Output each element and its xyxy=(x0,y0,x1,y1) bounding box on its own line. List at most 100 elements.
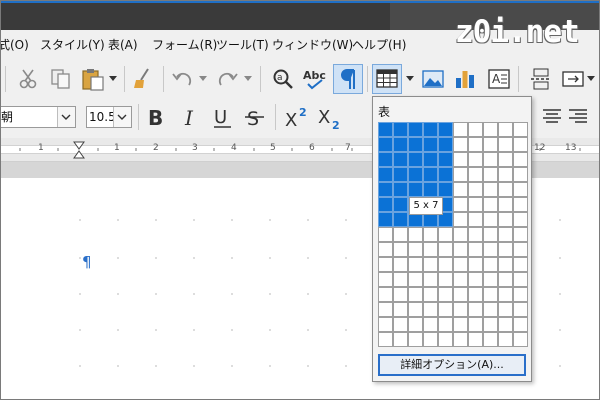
table-grid-cell[interactable] xyxy=(453,197,468,212)
insert-chart-icon[interactable] xyxy=(452,66,478,92)
menu-table[interactable]: 表(A) xyxy=(108,38,138,52)
insert-image-icon[interactable] xyxy=(420,66,446,92)
table-grid-cell[interactable] xyxy=(483,122,498,137)
table-grid-cell[interactable] xyxy=(423,302,438,317)
table-grid-cell[interactable] xyxy=(438,317,453,332)
table-grid-cell[interactable] xyxy=(438,242,453,257)
table-grid-cell[interactable] xyxy=(468,197,483,212)
table-grid-cell-selected[interactable] xyxy=(378,167,393,182)
clone-formatting-icon[interactable] xyxy=(130,66,156,92)
table-grid-cell[interactable] xyxy=(378,257,393,272)
table-grid-cell[interactable] xyxy=(483,227,498,242)
table-grid-cell[interactable] xyxy=(498,272,513,287)
table-grid-cell[interactable] xyxy=(408,287,423,302)
table-grid-cell[interactable] xyxy=(378,242,393,257)
more-options-button[interactable]: 詳細オプション(A)... xyxy=(378,354,526,376)
insert-textbox-icon[interactable]: A xyxy=(486,66,512,92)
menu-format[interactable]: 式(O) xyxy=(0,38,29,52)
table-grid-cell[interactable] xyxy=(423,257,438,272)
table-grid-cell-selected[interactable] xyxy=(438,152,453,167)
table-grid-cell[interactable] xyxy=(453,242,468,257)
table-grid-cell[interactable] xyxy=(423,227,438,242)
table-grid-cell[interactable] xyxy=(408,302,423,317)
font-size-dropdown[interactable] xyxy=(113,107,131,127)
table-grid-cell[interactable] xyxy=(513,197,528,212)
table-grid-cell[interactable] xyxy=(393,287,408,302)
table-grid-cell[interactable] xyxy=(378,302,393,317)
table-grid-cell[interactable] xyxy=(498,152,513,167)
table-grid-cell[interactable] xyxy=(378,317,393,332)
subscript-icon[interactable]: X 2 xyxy=(316,104,344,130)
table-grid-cell[interactable] xyxy=(408,257,423,272)
table-grid-cell[interactable] xyxy=(468,287,483,302)
table-grid-cell[interactable] xyxy=(498,227,513,242)
font-name-dropdown[interactable] xyxy=(57,107,75,127)
table-grid-cell[interactable] xyxy=(468,137,483,152)
table-grid-cell[interactable] xyxy=(468,167,483,182)
table-grid-cell[interactable] xyxy=(393,272,408,287)
table-grid-cell[interactable] xyxy=(393,317,408,332)
table-grid-cell-selected[interactable] xyxy=(393,212,408,227)
menu-help[interactable]: ヘルプ(H) xyxy=(352,38,406,52)
table-grid-cell[interactable] xyxy=(453,302,468,317)
table-grid-cell-selected[interactable] xyxy=(393,122,408,137)
font-size-box[interactable]: 10.5 xyxy=(86,106,132,128)
table-grid-cell-selected[interactable] xyxy=(438,182,453,197)
table-grid-cell[interactable] xyxy=(498,317,513,332)
table-grid-cell-selected[interactable] xyxy=(408,122,423,137)
superscript-icon[interactable]: X 2 xyxy=(283,104,311,130)
table-grid-cell[interactable] xyxy=(453,227,468,242)
table-grid-cell[interactable] xyxy=(513,137,528,152)
underline-icon[interactable]: U xyxy=(210,104,236,130)
redo-icon[interactable] xyxy=(214,66,240,92)
table-grid-cell[interactable] xyxy=(483,302,498,317)
table-grid-cell[interactable] xyxy=(498,287,513,302)
paste-dropdown-icon[interactable] xyxy=(108,72,118,84)
table-grid-cell-selected[interactable] xyxy=(408,152,423,167)
table-grid-cell[interactable] xyxy=(513,287,528,302)
table-grid-cell-selected[interactable] xyxy=(378,137,393,152)
table-grid-cell[interactable] xyxy=(393,302,408,317)
bold-icon[interactable]: B xyxy=(144,104,170,130)
table-grid-cell[interactable] xyxy=(483,317,498,332)
table-grid-cell[interactable] xyxy=(453,212,468,227)
table-grid-cell[interactable] xyxy=(453,272,468,287)
table-grid-cell[interactable] xyxy=(498,167,513,182)
table-grid-cell-selected[interactable] xyxy=(423,122,438,137)
table-grid-cell[interactable] xyxy=(483,197,498,212)
redo-dropdown-icon[interactable] xyxy=(243,72,253,84)
table-grid-cell[interactable] xyxy=(513,242,528,257)
table-grid-cell[interactable] xyxy=(438,272,453,287)
menu-styles[interactable]: スタイル(Y) xyxy=(40,38,105,52)
table-grid-cell[interactable] xyxy=(408,242,423,257)
table-grid-cell[interactable] xyxy=(453,332,468,347)
table-grid-cell-selected[interactable] xyxy=(393,152,408,167)
table-grid-cell[interactable] xyxy=(468,332,483,347)
table-grid-cell[interactable] xyxy=(378,332,393,347)
table-grid-cell-selected[interactable] xyxy=(378,212,393,227)
table-grid-cell[interactable] xyxy=(513,152,528,167)
table-grid-cell[interactable] xyxy=(408,227,423,242)
table-grid-cell[interactable] xyxy=(468,257,483,272)
table-grid-cell[interactable] xyxy=(468,182,483,197)
table-grid-cell[interactable] xyxy=(438,257,453,272)
table-grid-cell[interactable] xyxy=(393,332,408,347)
table-grid-cell-selected[interactable] xyxy=(438,167,453,182)
table-grid-cell[interactable] xyxy=(423,242,438,257)
table-grid-cell[interactable] xyxy=(498,302,513,317)
table-grid-cell[interactable] xyxy=(483,257,498,272)
table-grid-cell[interactable] xyxy=(423,332,438,347)
cut-icon[interactable] xyxy=(15,66,41,92)
table-grid-cell-selected[interactable] xyxy=(393,197,408,212)
table-dropdown-icon[interactable] xyxy=(405,72,415,84)
table-grid-cell[interactable] xyxy=(498,122,513,137)
table-grid-cell[interactable] xyxy=(438,227,453,242)
table-grid-cell[interactable] xyxy=(483,242,498,257)
table-grid-cell[interactable] xyxy=(498,212,513,227)
table-grid-cell[interactable] xyxy=(438,287,453,302)
table-grid-cell-selected[interactable] xyxy=(408,137,423,152)
table-grid-cell-selected[interactable] xyxy=(393,182,408,197)
table-grid-cell-selected[interactable] xyxy=(393,137,408,152)
table-grid-cell[interactable] xyxy=(468,212,483,227)
table-grid-cell[interactable] xyxy=(453,122,468,137)
